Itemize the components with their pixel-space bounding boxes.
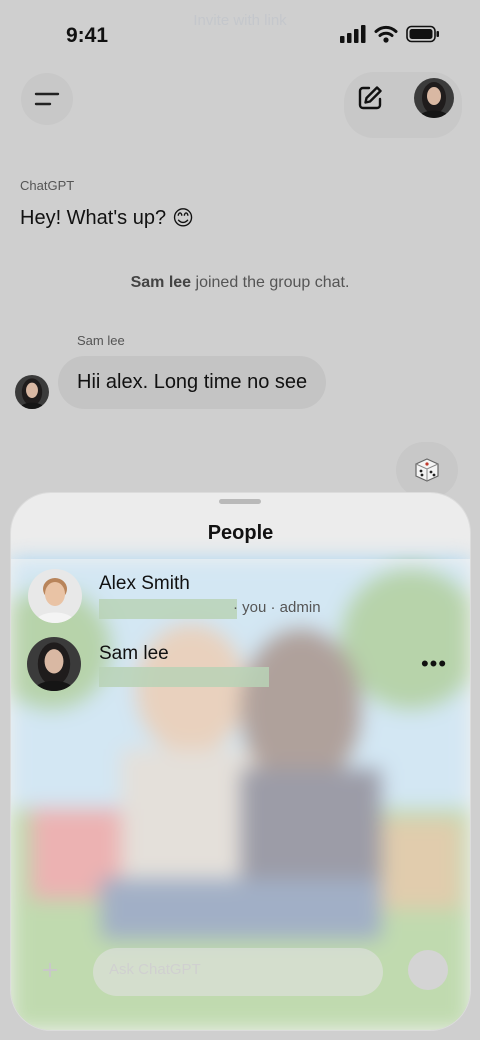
member-role: · you · admin [233, 599, 321, 616]
assistant-sender-name: ChatGPT [20, 178, 75, 193]
assistant-message: Hey! What's up? 😊 [20, 206, 194, 231]
member-name: Alex Smith [99, 573, 190, 594]
edit-icon [358, 86, 382, 110]
menu-button[interactable] [21, 73, 73, 125]
composer-placeholder: Ask ChatGPT [109, 961, 201, 978]
status-icons [340, 25, 440, 43]
more-icon[interactable]: ••• [419, 653, 449, 677]
system-message-text: joined the group chat. [191, 274, 350, 291]
wifi-icon [374, 25, 398, 43]
status-time: 9:41 [66, 24, 109, 47]
member-avatar [27, 637, 81, 691]
send-button-ghost [408, 950, 448, 990]
sam-sender-name: Sam lee [77, 333, 125, 348]
plus-icon-ghost [43, 963, 57, 977]
redacted-email [99, 667, 269, 687]
dice-button[interactable] [396, 442, 458, 498]
woman-avatar-image [27, 637, 81, 691]
dice-icon [415, 458, 439, 482]
sam-message-bubble[interactable]: Hii alex. Long time no see [58, 356, 327, 409]
status-bar: Invite with link 9:41 [0, 0, 480, 70]
redacted-email [99, 599, 237, 619]
new-chat-button[interactable] [348, 76, 392, 120]
system-message-user: Sam lee [130, 274, 192, 291]
sheet-grabber[interactable] [219, 499, 261, 504]
profile-avatar[interactable] [414, 78, 454, 118]
member-name: Sam lee [99, 643, 169, 664]
sam-avatar[interactable] [15, 375, 49, 409]
member-avatar [28, 569, 82, 623]
menu-icon [34, 92, 60, 106]
member-row[interactable]: Alex Smith · you · admin [11, 563, 470, 625]
signal-icon [340, 25, 366, 43]
battery-icon [406, 25, 439, 43]
woman-avatar-image [15, 375, 49, 409]
people-sheet: People Alex Smith · you · admin Sam lee … [11, 493, 470, 1030]
man-avatar-image [28, 569, 82, 623]
system-message: Sam lee joined the group chat. [0, 274, 480, 292]
assistant-message-text: Hey! What's up? [20, 207, 167, 229]
smile-emoji: 😊 [172, 207, 195, 230]
woman-avatar-image [414, 78, 454, 118]
sheet-title: People [207, 522, 274, 544]
member-row[interactable]: Sam lee ••• [11, 633, 470, 695]
